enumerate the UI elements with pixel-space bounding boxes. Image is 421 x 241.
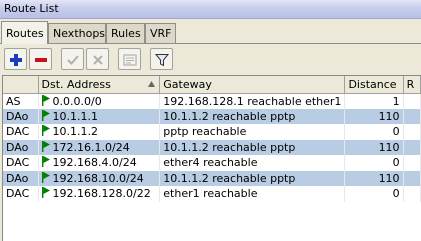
route-routing-mark (403, 93, 421, 109)
table-row[interactable]: DAC 10.1.1.2 pptp reachable 0 (3, 124, 421, 140)
table-header-row: Dst. Address Gateway Distance R (3, 76, 421, 94)
tab-nexthops[interactable]: Nexthops (48, 23, 106, 43)
route-routing-mark (403, 186, 421, 202)
tab-bar: Routes Nexthops Rules VRF (0, 21, 421, 44)
route-routing-mark (403, 124, 421, 140)
comment-icon (123, 54, 137, 66)
route-gateway: 10.1.1.2 reachable pptp (159, 170, 346, 186)
route-distance: 110 (344, 108, 404, 124)
column-header-gateway[interactable]: Gateway (159, 76, 346, 94)
route-dst-address: 10.1.1.2 (38, 124, 161, 140)
window-title: Route List (4, 2, 59, 15)
enable-button[interactable] (61, 48, 84, 70)
route-gateway: ether1 reachable (159, 186, 346, 202)
route-dst-text: 172.16.1.0/24 (52, 140, 130, 154)
window-titlebar: Route List (0, 0, 421, 19)
table-row[interactable]: AS 0.0.0.0/0 192.168.128.1 reachable ether… (3, 93, 421, 109)
route-gateway: ether4 reachable (159, 155, 346, 171)
plus-icon (10, 54, 22, 66)
route-routing-mark (403, 170, 421, 186)
column-header-flags[interactable] (3, 76, 39, 94)
disable-button[interactable] (86, 48, 109, 70)
column-header-label: Dst. Address (41, 77, 111, 91)
route-gateway: pptp reachable (159, 124, 346, 140)
route-active-icon (41, 109, 50, 121)
tab-routes[interactable]: Routes (1, 21, 48, 44)
route-routing-mark (403, 139, 421, 155)
tab-rules[interactable]: Rules (106, 23, 145, 43)
check-icon (67, 55, 79, 65)
route-distance: 110 (344, 170, 404, 186)
route-dst-text: 192.168.128.0/22 (52, 187, 151, 201)
route-distance: 0 (344, 124, 404, 140)
route-distance: 0 (344, 186, 404, 202)
minus-icon (35, 58, 47, 62)
toolbar (0, 44, 421, 75)
route-gateway: 192.168.128.1 reachable ether1 (159, 93, 346, 109)
column-header-distance[interactable]: Distance (344, 76, 404, 94)
route-distance: 0 (344, 155, 404, 171)
route-routing-mark (403, 108, 421, 124)
sort-ascending-icon (148, 81, 156, 87)
filter-icon (154, 54, 170, 67)
route-dst-text: 192.168.10.0/24 (52, 171, 144, 185)
route-distance: 1 (344, 93, 404, 109)
route-flags: AS (3, 93, 39, 109)
route-routing-mark (403, 155, 421, 171)
route-gateway: 10.1.1.2 reachable pptp (159, 108, 346, 124)
remove-button[interactable] (29, 48, 52, 70)
route-dst-text: 0.0.0.0/0 (52, 94, 102, 108)
route-flags: DAC (3, 124, 39, 140)
route-flags: DAo (3, 108, 39, 124)
route-flags: DAo (3, 139, 39, 155)
route-active-icon (41, 94, 50, 106)
route-dst-address: 192.168.4.0/24 (38, 155, 161, 171)
column-header-dst-address[interactable]: Dst. Address (38, 76, 161, 94)
route-dst-text: 10.1.1.1 (52, 109, 99, 123)
route-active-icon (41, 156, 50, 168)
table-row[interactable]: DAC 192.168.128.0/22 ether1 reachable 0 (3, 186, 421, 202)
tab-vrf[interactable]: VRF (145, 23, 176, 43)
route-table: Dst. Address Gateway Distance R AS 0.0.0.… (2, 75, 421, 241)
route-dst-address: 0.0.0.0/0 (38, 93, 161, 109)
route-flags: DAC (3, 155, 39, 171)
route-flags: DAC (3, 186, 39, 202)
route-dst-address: 172.16.1.0/24 (38, 139, 161, 155)
route-flags: DAo (3, 170, 39, 186)
route-dst-address: 192.168.10.0/24 (38, 170, 161, 186)
add-button[interactable] (4, 48, 27, 70)
table-row[interactable]: DAC 192.168.4.0/24 ether4 reachable 0 (3, 155, 421, 171)
route-distance: 110 (344, 139, 404, 155)
route-dst-text: 192.168.4.0/24 (52, 156, 137, 170)
route-active-icon (41, 125, 50, 137)
route-active-icon (41, 171, 50, 183)
table-row[interactable]: DAo 172.16.1.0/24 10.1.1.2 reachable pptp 1… (3, 139, 421, 155)
column-header-routing-mark[interactable]: R (403, 76, 421, 94)
filter-button[interactable] (150, 48, 173, 70)
x-icon (93, 55, 103, 65)
route-dst-address: 10.1.1.1 (38, 108, 161, 124)
route-gateway: 10.1.1.2 reachable pptp (159, 139, 346, 155)
table-row[interactable]: DAo 192.168.10.0/24 10.1.1.2 reachable ppt… (3, 170, 421, 186)
comment-button[interactable] (118, 48, 141, 70)
route-dst-address: 192.168.128.0/22 (38, 186, 161, 202)
route-dst-text: 10.1.1.2 (52, 125, 99, 139)
route-active-icon (41, 187, 50, 199)
route-active-icon (41, 140, 50, 152)
table-row[interactable]: DAo 10.1.1.1 10.1.1.2 reachable pptp 110 (3, 108, 421, 124)
